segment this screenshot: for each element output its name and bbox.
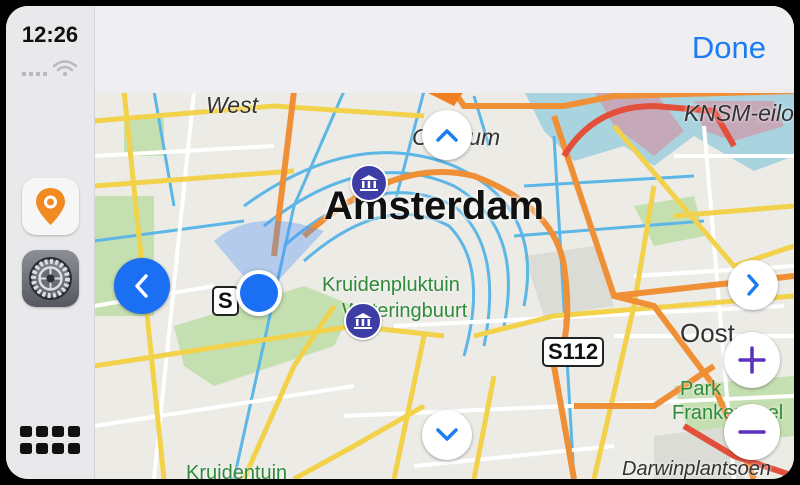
- plus-icon: [738, 346, 766, 374]
- map-label-west: West: [206, 92, 258, 118]
- pan-right-button[interactable]: [728, 260, 778, 310]
- location-pin-icon: [36, 188, 65, 225]
- signal-status: [22, 60, 78, 76]
- zoom-in-button[interactable]: [724, 332, 780, 388]
- map-label-knsm: KNSM-eilo: [684, 100, 794, 126]
- app-grid-launcher-button[interactable]: [20, 426, 80, 462]
- carplay-screen: West Centrum KNSM-eilo Amsterdam Kruiden…: [6, 6, 794, 479]
- status-time: 12:26: [21, 22, 79, 47]
- road-shield-s112: S112: [542, 337, 605, 367]
- carplay-sidebar: 12:26: [6, 6, 95, 479]
- map-label-kruidentuin: Kruidentuin: [186, 462, 288, 479]
- pan-left-button[interactable]: [114, 258, 170, 314]
- pan-up-button[interactable]: [422, 110, 472, 160]
- cellular-signal-icon: [22, 72, 47, 76]
- chevron-right-icon: [747, 274, 759, 296]
- museum-icon: [354, 313, 372, 329]
- pan-down-button[interactable]: [422, 410, 472, 460]
- museum-poi[interactable]: [350, 164, 388, 202]
- wifi-icon: [52, 60, 78, 76]
- chevron-down-icon: [436, 428, 458, 441]
- minus-icon: [738, 430, 766, 434]
- current-location-marker: [236, 270, 282, 316]
- map-label-oost: Oost: [680, 318, 735, 348]
- chevron-left-icon: [135, 274, 148, 298]
- settings-app-button[interactable]: [22, 250, 79, 307]
- grid-icon: [20, 426, 80, 454]
- map-label-kruidenpluktuin: Kruidenpluktuin: [322, 274, 460, 296]
- map-label-darwin: Darwinplantsoen: [622, 458, 771, 479]
- museum-icon: [360, 175, 378, 191]
- museum-poi[interactable]: [344, 302, 382, 340]
- zoom-out-button[interactable]: [724, 404, 780, 460]
- done-button[interactable]: Done: [692, 30, 766, 66]
- maps-app-button[interactable]: [22, 178, 79, 235]
- map-header-bar: Done: [94, 6, 794, 93]
- road-shield-s: S: [212, 286, 239, 316]
- map-label-park: Park: [680, 378, 722, 400]
- gear-icon: [29, 257, 72, 300]
- chevron-up-icon: [436, 129, 458, 142]
